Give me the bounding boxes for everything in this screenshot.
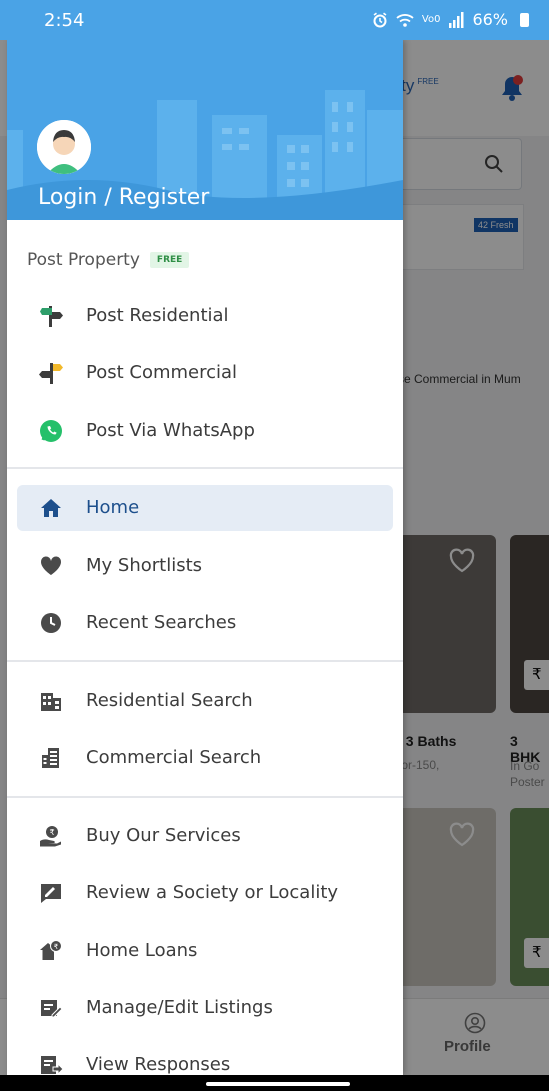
menu-item-label: Post Commercial [86, 362, 238, 383]
status-bar: 2:54 Vo0 66% [0, 0, 549, 40]
post-property-label: Post Property [27, 250, 140, 270]
user-avatar-icon [37, 120, 91, 174]
menu-item-commercial-search[interactable]: Commercial Search [17, 735, 393, 781]
svg-text:₹: ₹ [54, 943, 59, 951]
office-icon [42, 748, 59, 768]
menu-item-label: Home Loans [86, 940, 198, 961]
menu-item-label: Residential Search [86, 690, 253, 711]
divider [7, 467, 403, 469]
clock-icon [41, 613, 61, 633]
home-loan-icon: ₹ [40, 940, 62, 960]
menu-item-view-responses[interactable]: View Responses [17, 1042, 393, 1075]
edit-listing-icon [41, 1000, 63, 1018]
whatsapp-icon [40, 420, 62, 442]
menu-item-residential-search[interactable]: Residential Search [17, 678, 393, 724]
responses-icon [41, 1056, 63, 1075]
menu-item-label: Post Via WhatsApp [86, 420, 255, 441]
signpost-left-icon [39, 363, 63, 384]
battery-percent: 66% [472, 10, 508, 29]
free-badge: FREE [149, 252, 190, 268]
battery-icon [520, 12, 529, 27]
menu-item-review-society[interactable]: Review a Society or Locality [17, 870, 393, 916]
review-icon [41, 884, 61, 903]
menu-item-label: My Shortlists [86, 555, 203, 576]
avatar[interactable] [37, 120, 91, 174]
divider [7, 796, 403, 798]
menu-item-label: Review a Society or Locality [86, 882, 339, 903]
divider [7, 660, 403, 662]
menu-item-post-commercial[interactable]: Post Commercial [17, 350, 393, 396]
login-register-link[interactable]: Login / Register [38, 185, 209, 210]
home-icon [41, 499, 61, 517]
menu-item-label: Post Residential [86, 305, 229, 326]
alarm-icon [373, 12, 387, 27]
menu-item-my-shortlists[interactable]: My Shortlists [17, 543, 393, 589]
menu-item-label: Manage/Edit Listings [86, 997, 273, 1018]
menu-item-label: Recent Searches [86, 612, 237, 633]
status-indicators: Vo0 66% [372, 10, 529, 29]
signal-icon [449, 11, 464, 28]
menu-item-home[interactable]: Home [17, 485, 393, 531]
menu-item-label: Home [86, 497, 140, 518]
menu-item-home-loans[interactable]: ₹ Home Loans [17, 928, 393, 974]
menu-item-label: View Responses [86, 1054, 231, 1075]
menu-item-recent-searches[interactable]: Recent Searches [17, 600, 393, 646]
building-icon [41, 693, 61, 711]
volte-icon: Vo0 [421, 14, 441, 25]
heart-icon [40, 556, 62, 575]
post-property-section: Post Property FREE [27, 250, 190, 270]
navigation-drawer: Login / Register Post Property FREE Post… [7, 40, 403, 1075]
drawer-header: Login / Register [7, 40, 403, 220]
hand-coin-icon: ₹ [40, 826, 61, 847]
home-gesture-handle[interactable] [206, 1082, 350, 1086]
wifi-icon [396, 13, 414, 27]
menu-item-manage-listings[interactable]: Manage/Edit Listings [17, 985, 393, 1031]
signpost-right-icon [40, 306, 63, 327]
status-time: 2:54 [44, 10, 85, 31]
menu-item-label: Buy Our Services [86, 825, 241, 846]
menu-item-buy-services[interactable]: ₹ Buy Our Services [17, 813, 393, 859]
svg-text:₹: ₹ [49, 828, 54, 837]
menu-item-post-residential[interactable]: Post Residential [17, 293, 393, 339]
menu-item-label: Commercial Search [86, 747, 262, 768]
menu-item-post-whatsapp[interactable]: Post Via WhatsApp [17, 408, 393, 454]
